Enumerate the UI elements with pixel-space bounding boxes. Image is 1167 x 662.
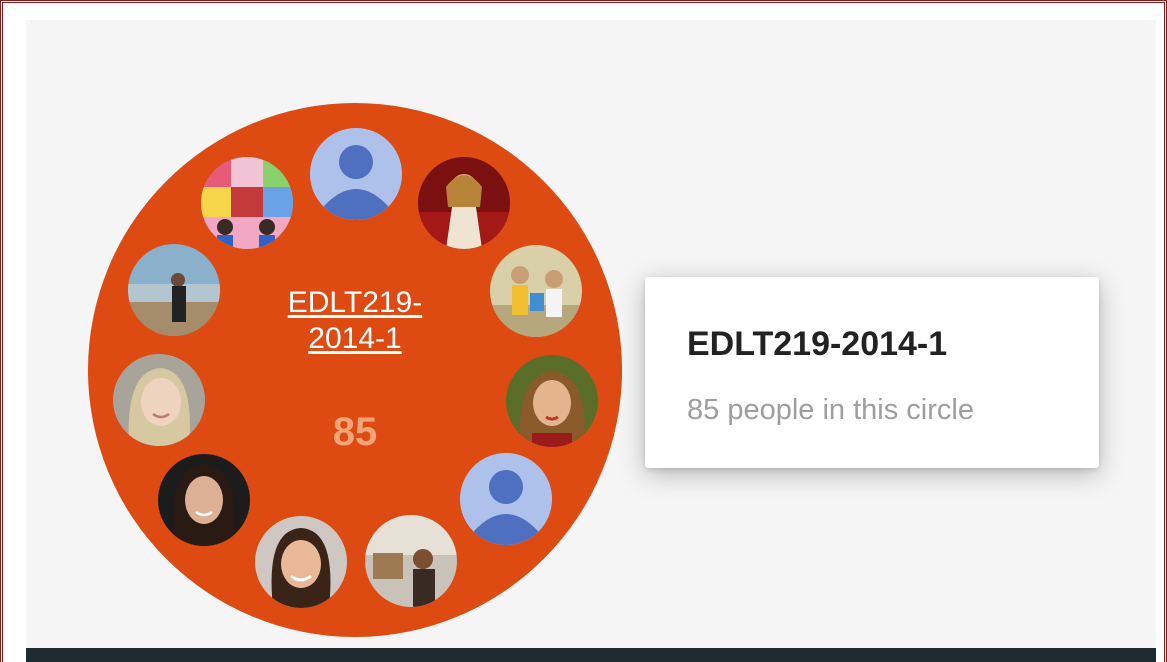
member-avatar-default[interactable]	[460, 453, 552, 545]
photo-thumbnail	[113, 354, 205, 446]
member-avatar-photo[interactable]	[506, 355, 598, 447]
member-avatar-photo[interactable]	[158, 454, 250, 546]
circle-name-line2: 2014-1	[308, 322, 402, 355]
member-avatar-default[interactable]	[310, 128, 402, 220]
photo-thumbnail	[365, 515, 457, 607]
member-avatar-photo[interactable]	[201, 157, 293, 249]
circle-name-link[interactable]: EDLT219- 2014-1	[230, 285, 480, 357]
photo-thumbnail	[201, 157, 293, 249]
photo-thumbnail	[506, 355, 598, 447]
circle-hovercard: EDLT219-2014-1 85 people in this circle	[645, 277, 1099, 468]
member-avatar-photo[interactable]	[365, 515, 457, 607]
member-avatar-photo[interactable]	[418, 157, 510, 249]
hovercard-subtitle: 85 people in this circle	[687, 394, 974, 426]
member-avatar-photo[interactable]	[113, 354, 205, 446]
circle-name-line1: EDLT219-	[287, 286, 423, 319]
person-icon	[460, 453, 552, 545]
hovercard-title: EDLT219-2014-1	[687, 325, 948, 363]
member-avatar-photo[interactable]	[128, 244, 220, 336]
photo-thumbnail	[255, 516, 347, 608]
member-avatar-photo[interactable]	[490, 245, 582, 337]
bottom-bar	[26, 648, 1156, 662]
member-avatar-photo[interactable]	[255, 516, 347, 608]
person-icon	[310, 128, 402, 220]
circle-member-count: 85	[332, 410, 378, 454]
photo-thumbnail	[418, 157, 510, 249]
photo-thumbnail	[490, 245, 582, 337]
photo-thumbnail	[128, 244, 220, 336]
photo-thumbnail	[158, 454, 250, 546]
